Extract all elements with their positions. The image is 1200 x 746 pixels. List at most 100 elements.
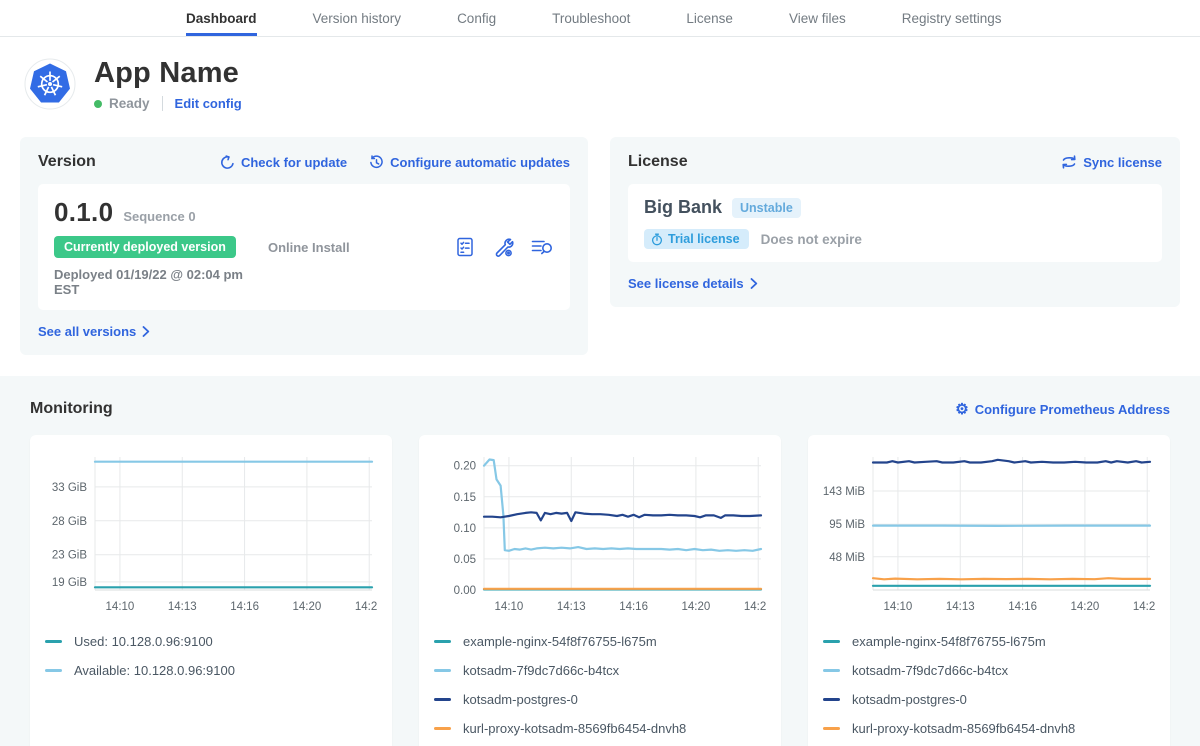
svg-text:0.15: 0.15	[454, 492, 476, 504]
legend-swatch	[434, 640, 451, 643]
configure-prometheus-button[interactable]: ⚙ Configure Prometheus Address	[955, 402, 1170, 417]
tab-view-files[interactable]: View files	[789, 0, 846, 36]
svg-text:14:23: 14:23	[355, 601, 377, 613]
cpu-usage-legend: example-nginx-54f8f76755-l675m kotsadm-7f…	[434, 627, 766, 743]
svg-text:14:10: 14:10	[495, 601, 524, 613]
version-panel: Version Check for update	[20, 137, 588, 355]
main-nav: Dashboard Version history Config Troublesho…	[0, 0, 1200, 37]
chevron-right-icon	[750, 278, 758, 289]
memory-usage-legend: example-nginx-54f8f76755-l675m kotsadm-7f…	[823, 627, 1155, 743]
gear-icon: ⚙	[955, 402, 968, 417]
disk-usage-chart: 19 GiB23 GiB28 GiB33 GiB14:1014:1314:161…	[45, 447, 377, 617]
status-dot	[94, 100, 102, 108]
cpu-usage-chart: 0.000.050.100.150.2014:1014:1314:1614:20…	[434, 447, 766, 617]
legend-swatch	[45, 669, 62, 672]
svg-text:14:13: 14:13	[557, 601, 586, 613]
legend-label: example-nginx-54f8f76755-l675m	[463, 634, 657, 649]
version-number: 0.1.0	[54, 197, 113, 228]
edit-config-link[interactable]: Edit config	[175, 96, 242, 111]
legend-label: kotsadm-7f9dc7d66c-b4tcx	[463, 663, 619, 678]
legend-label: kotsadm-7f9dc7d66c-b4tcx	[852, 663, 1008, 678]
app-header: App Name Ready Edit config	[0, 37, 1200, 125]
legend-item: example-nginx-54f8f76755-l675m	[434, 627, 766, 656]
legend-label: kurl-proxy-kotsadm-8569fb6454-dnvh8	[463, 721, 686, 736]
version-sequence: Sequence 0	[123, 209, 195, 224]
stopwatch-icon	[651, 233, 663, 246]
svg-text:0.10: 0.10	[454, 523, 476, 535]
svg-text:0.00: 0.00	[454, 585, 476, 597]
channel-badge: Unstable	[732, 198, 801, 218]
trial-license-badge: Trial license	[644, 229, 749, 249]
legend-label: kurl-proxy-kotsadm-8569fb6454-dnvh8	[852, 721, 1075, 736]
legend-swatch	[45, 640, 62, 643]
svg-text:14:13: 14:13	[946, 601, 975, 613]
svg-text:23 GiB: 23 GiB	[52, 550, 87, 562]
legend-label: kotsadm-postgres-0	[852, 692, 967, 707]
legend-item: example-nginx-54f8f76755-l675m	[823, 627, 1155, 656]
legend-item: kurl-proxy-kotsadm-8569fb6454-dnvh8	[434, 714, 766, 743]
deployed-timestamp: Deployed 01/19/22 @ 02:04 pm EST	[54, 267, 268, 297]
legend-item: kotsadm-7f9dc7d66c-b4tcx	[823, 656, 1155, 685]
legend-swatch	[434, 727, 451, 730]
install-type-label: Online Install	[268, 240, 454, 255]
svg-text:14:10: 14:10	[106, 601, 135, 613]
legend-label: example-nginx-54f8f76755-l675m	[852, 634, 1046, 649]
see-license-details-link[interactable]: See license details	[628, 276, 758, 291]
tab-config[interactable]: Config	[457, 0, 496, 36]
config-wrench-icon[interactable]	[492, 236, 514, 258]
monitoring-section: Monitoring ⚙ Configure Prometheus Addres…	[0, 376, 1200, 746]
license-assignee: Big Bank	[644, 197, 722, 218]
chevron-right-icon	[142, 326, 150, 337]
tab-license[interactable]: License	[686, 0, 733, 36]
currently-deployed-badge: Currently deployed version	[54, 236, 236, 258]
check-for-update-button[interactable]: Check for update	[220, 155, 347, 170]
legend-item: Used: 10.128.0.96:9100	[45, 627, 377, 656]
legend-swatch	[823, 698, 840, 701]
svg-text:28 GiB: 28 GiB	[52, 516, 87, 528]
configure-automatic-updates-button[interactable]: Configure automatic updates	[369, 155, 570, 170]
legend-swatch	[823, 727, 840, 730]
memory-usage-chart: 48 MiB95 MiB143 MiB14:1014:1314:1614:201…	[823, 447, 1155, 617]
deploy-logs-icon[interactable]	[530, 236, 554, 258]
legend-item: kotsadm-postgres-0	[823, 685, 1155, 714]
memory-usage-card: 48 MiB95 MiB143 MiB14:1014:1314:1614:201…	[808, 435, 1170, 746]
legend-swatch	[823, 669, 840, 672]
legend-item: kurl-proxy-kotsadm-8569fb6454-dnvh8	[823, 714, 1155, 743]
kubernetes-icon	[24, 58, 76, 110]
svg-text:14:16: 14:16	[1008, 601, 1037, 613]
svg-text:0.05: 0.05	[454, 554, 476, 566]
clock-arrow-icon	[369, 155, 384, 170]
tab-version-history[interactable]: Version history	[313, 0, 402, 36]
tab-registry-settings[interactable]: Registry settings	[902, 0, 1002, 36]
legend-swatch	[823, 640, 840, 643]
svg-text:14:10: 14:10	[884, 601, 913, 613]
svg-text:95 MiB: 95 MiB	[829, 519, 865, 531]
legend-item: kotsadm-7f9dc7d66c-b4tcx	[434, 656, 766, 685]
svg-text:14:23: 14:23	[1133, 601, 1155, 613]
monitoring-title: Monitoring	[30, 400, 113, 418]
version-panel-title: Version	[38, 153, 96, 171]
preflight-checks-icon[interactable]	[454, 236, 476, 258]
license-panel-title: License	[628, 153, 688, 171]
license-panel: License Sync license Big Bank Unstable	[610, 137, 1180, 307]
page-title: App Name	[94, 57, 242, 90]
sync-license-button[interactable]: Sync license	[1061, 155, 1162, 170]
legend-swatch	[434, 698, 451, 701]
svg-text:14:16: 14:16	[230, 601, 259, 613]
svg-text:19 GiB: 19 GiB	[52, 577, 87, 589]
legend-label: Used: 10.128.0.96:9100	[74, 634, 213, 649]
license-expiration: Does not expire	[761, 232, 862, 247]
svg-text:14:20: 14:20	[293, 601, 322, 613]
svg-text:0.20: 0.20	[454, 461, 476, 473]
legend-item: Available: 10.128.0.96:9100	[45, 656, 377, 685]
see-all-versions-link[interactable]: See all versions	[38, 324, 150, 339]
svg-text:33 GiB: 33 GiB	[52, 482, 87, 494]
refresh-icon	[220, 155, 235, 170]
sync-arrows-icon	[1061, 155, 1077, 169]
svg-text:14:20: 14:20	[1071, 601, 1100, 613]
disk-usage-legend: Used: 10.128.0.96:9100 Available: 10.128.…	[45, 627, 377, 685]
legend-label: Available: 10.128.0.96:9100	[74, 663, 235, 678]
tab-troubleshoot[interactable]: Troubleshoot	[552, 0, 630, 36]
tab-dashboard[interactable]: Dashboard	[186, 0, 257, 36]
svg-text:48 MiB: 48 MiB	[829, 552, 865, 564]
